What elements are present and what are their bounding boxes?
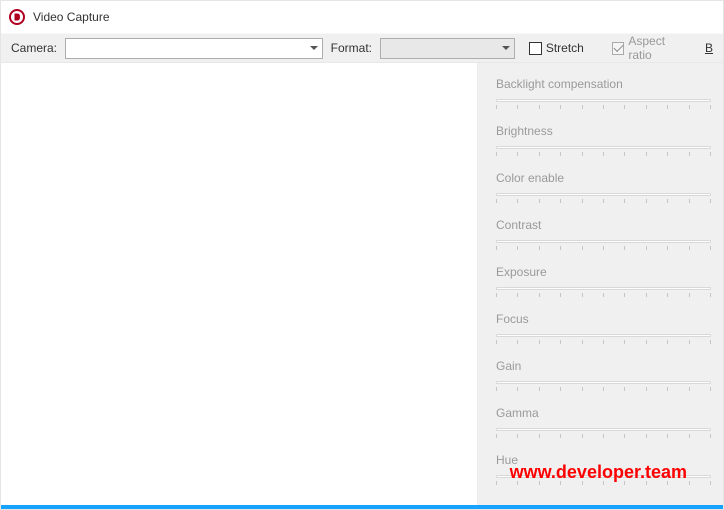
slider-track <box>496 193 711 196</box>
stretch-checkbox[interactable] <box>529 42 542 55</box>
slider-ticks <box>496 105 711 109</box>
slider-ticks <box>496 199 711 203</box>
param-slider[interactable] <box>496 379 711 393</box>
slider-track <box>496 99 711 102</box>
slider-ticks <box>496 340 711 344</box>
stretch-checkbox-label: Stretch <box>546 41 584 55</box>
param-label: Brightness <box>496 124 711 138</box>
chevron-down-icon <box>310 46 318 50</box>
format-select[interactable] <box>380 38 515 59</box>
param-label: Backlight compensation <box>496 77 711 91</box>
slider-ticks <box>496 387 711 391</box>
slider-ticks <box>496 293 711 297</box>
param-label: Color enable <box>496 171 711 185</box>
camera-label: Camera: <box>11 41 57 55</box>
param-slider[interactable] <box>496 426 711 440</box>
watermark-text: www.developer.team <box>510 462 687 483</box>
chevron-down-icon <box>502 46 510 50</box>
aspect-checkbox <box>612 42 625 55</box>
slider-ticks <box>496 246 711 250</box>
param-row: Gamma <box>496 406 711 440</box>
slider-track <box>496 428 711 431</box>
content-area: Backlight compensation Brightness Color en… <box>1 63 723 505</box>
param-label: Focus <box>496 312 711 326</box>
param-row: Contrast <box>496 218 711 252</box>
format-label: Format: <box>331 41 372 55</box>
bottom-accent-line <box>1 505 723 509</box>
param-row: Color enable <box>496 171 711 205</box>
param-row: Gain <box>496 359 711 393</box>
param-slider[interactable] <box>496 285 711 299</box>
video-preview <box>1 63 477 505</box>
parameters-panel: Backlight compensation Brightness Color en… <box>477 63 723 505</box>
slider-track <box>496 240 711 243</box>
slider-ticks <box>496 434 711 438</box>
slider-track <box>496 381 711 384</box>
toolbar-right-link[interactable]: B <box>697 41 713 55</box>
window-title: Video Capture <box>33 10 110 24</box>
aspect-checkbox-wrap: Aspect ratio <box>612 34 689 62</box>
slider-track <box>496 334 711 337</box>
param-label: Gamma <box>496 406 711 420</box>
slider-track <box>496 287 711 290</box>
param-row: Backlight compensation <box>496 77 711 111</box>
toolbar: Camera: Format: Stretch Aspect ratio B <box>1 33 723 63</box>
stretch-checkbox-wrap[interactable]: Stretch <box>529 41 584 55</box>
param-slider[interactable] <box>496 144 711 158</box>
camera-select[interactable] <box>65 38 323 59</box>
param-label: Gain <box>496 359 711 373</box>
titlebar: Video Capture <box>1 1 723 33</box>
slider-track <box>496 146 711 149</box>
slider-ticks <box>496 152 711 156</box>
param-row: Focus <box>496 312 711 346</box>
param-row: Brightness <box>496 124 711 158</box>
param-slider[interactable] <box>496 97 711 111</box>
param-row: Exposure <box>496 265 711 299</box>
aspect-checkbox-label: Aspect ratio <box>628 34 689 62</box>
param-slider[interactable] <box>496 332 711 346</box>
param-label: Contrast <box>496 218 711 232</box>
param-label: Exposure <box>496 265 711 279</box>
app-icon <box>9 9 25 25</box>
param-slider[interactable] <box>496 191 711 205</box>
param-slider[interactable] <box>496 238 711 252</box>
